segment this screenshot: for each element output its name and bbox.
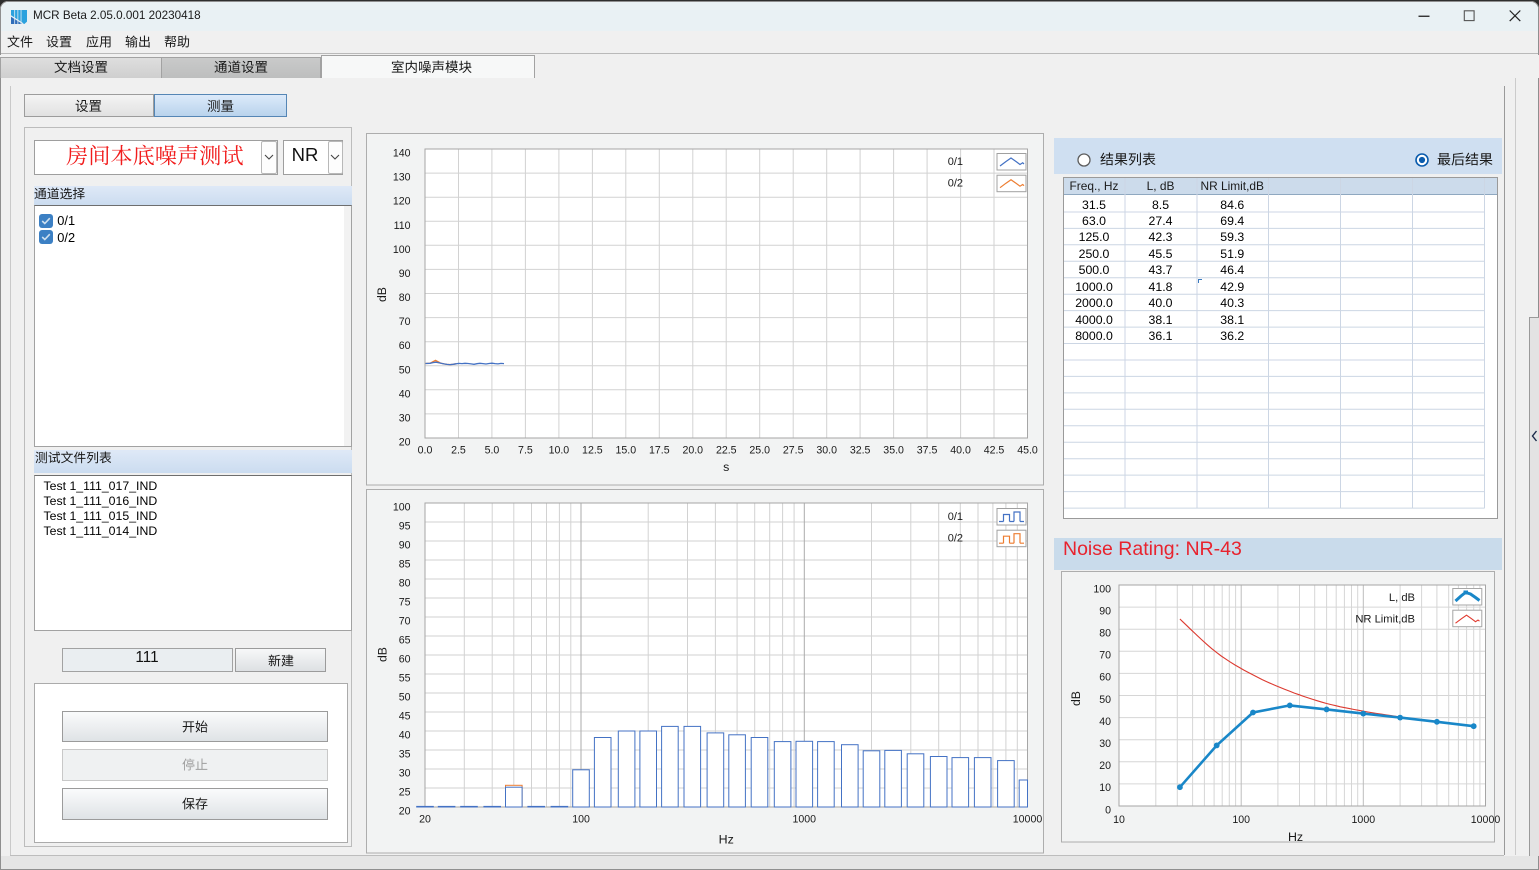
svg-text:1000: 1000 (792, 814, 816, 826)
svg-text:100: 100 (1232, 814, 1250, 826)
svg-text:90: 90 (398, 268, 410, 280)
svg-text:20: 20 (419, 814, 431, 826)
svg-text:30.0: 30.0 (816, 444, 837, 456)
svg-text:1000: 1000 (1351, 814, 1375, 826)
svg-text:dB: dB (375, 647, 389, 662)
svg-text:Hz: Hz (1287, 830, 1302, 844)
svg-text:60: 60 (1099, 672, 1111, 684)
svg-text:75: 75 (398, 597, 410, 609)
svg-text:dB: dB (1069, 691, 1083, 706)
svg-text:10: 10 (1099, 782, 1111, 794)
svg-text:65: 65 (398, 635, 410, 647)
svg-text:27.5: 27.5 (782, 444, 803, 456)
svg-text:100: 100 (392, 502, 410, 514)
svg-text:50: 50 (398, 364, 410, 376)
svg-text:55: 55 (398, 673, 410, 685)
svg-text:10000: 10000 (1012, 814, 1042, 826)
svg-text:30: 30 (1099, 738, 1111, 750)
svg-text:100: 100 (392, 244, 410, 256)
svg-text:90: 90 (1099, 605, 1111, 617)
svg-text:70: 70 (1099, 650, 1111, 662)
svg-text:30: 30 (398, 768, 410, 780)
svg-text:85: 85 (398, 559, 410, 571)
svg-text:5.0: 5.0 (484, 444, 499, 456)
svg-text:20: 20 (1099, 760, 1111, 772)
svg-text:130: 130 (392, 172, 410, 184)
svg-text:0/1: 0/1 (947, 156, 962, 168)
svg-text:45: 45 (398, 711, 410, 723)
svg-text:95: 95 (398, 521, 410, 533)
svg-text:90: 90 (398, 540, 410, 552)
svg-text:70: 70 (398, 616, 410, 628)
svg-text:10.0: 10.0 (548, 444, 569, 456)
svg-text:45.0: 45.0 (1017, 444, 1038, 456)
svg-text:20: 20 (398, 806, 410, 818)
svg-text:7.5: 7.5 (518, 444, 533, 456)
svg-text:80: 80 (1099, 628, 1111, 640)
svg-text:15.0: 15.0 (615, 444, 636, 456)
svg-text:NR Limit,dB: NR Limit,dB (1355, 614, 1415, 626)
svg-text:35: 35 (398, 749, 410, 761)
svg-text:42.5: 42.5 (983, 444, 1004, 456)
svg-text:120: 120 (392, 196, 410, 208)
svg-text:17.5: 17.5 (648, 444, 669, 456)
svg-text:100: 100 (1093, 583, 1111, 595)
svg-text:0/2: 0/2 (947, 533, 962, 545)
svg-text:0: 0 (1105, 804, 1111, 816)
svg-text:40: 40 (398, 388, 410, 400)
svg-text:140: 140 (392, 148, 410, 160)
svg-text:100: 100 (572, 814, 590, 826)
svg-text:32.5: 32.5 (849, 444, 870, 456)
svg-text:80: 80 (398, 292, 410, 304)
svg-text:80: 80 (398, 578, 410, 590)
svg-text:10: 10 (1113, 814, 1125, 826)
svg-text:40.0: 40.0 (950, 444, 971, 456)
svg-text:2.5: 2.5 (451, 444, 466, 456)
svg-text:dB: dB (375, 287, 389, 302)
svg-text:22.5: 22.5 (715, 444, 736, 456)
svg-text:10000: 10000 (1470, 814, 1500, 826)
svg-text:40: 40 (398, 730, 410, 742)
svg-text:30: 30 (398, 412, 410, 424)
svg-text:110: 110 (393, 220, 410, 232)
svg-text:37.5: 37.5 (916, 444, 937, 456)
svg-text:0/2: 0/2 (947, 178, 962, 190)
svg-text:60: 60 (398, 340, 410, 352)
svg-text:Hz: Hz (718, 833, 733, 847)
svg-text:35.0: 35.0 (883, 444, 904, 456)
svg-text:0/1: 0/1 (947, 511, 962, 523)
svg-text:70: 70 (398, 316, 410, 328)
svg-text:50: 50 (1099, 694, 1111, 706)
svg-text:L, dB: L, dB (1388, 592, 1414, 604)
svg-text:60: 60 (398, 654, 410, 666)
svg-text:12.5: 12.5 (582, 444, 603, 456)
svg-text:50: 50 (398, 692, 410, 704)
svg-text:0.0: 0.0 (417, 444, 432, 456)
svg-text:s: s (723, 460, 729, 474)
svg-text:25.0: 25.0 (749, 444, 770, 456)
svg-text:20: 20 (398, 437, 410, 449)
svg-text:25: 25 (398, 787, 410, 799)
svg-text:20.0: 20.0 (682, 444, 703, 456)
svg-text:40: 40 (1099, 716, 1111, 728)
